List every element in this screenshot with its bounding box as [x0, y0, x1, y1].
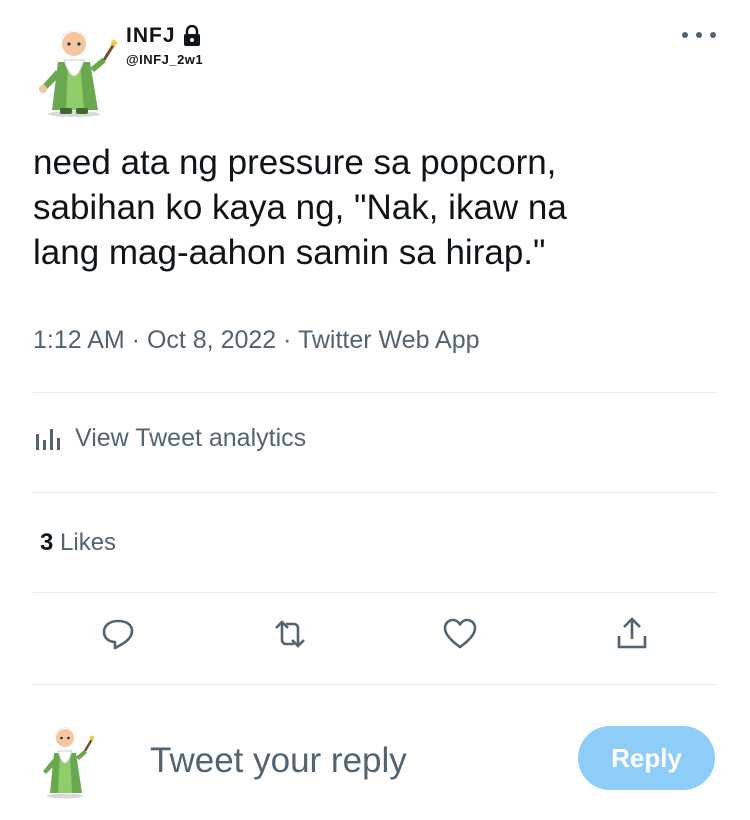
tweet-timestamp-source[interactable]: 1:12 AM · Oct 8, 2022 · Twitter Web App [33, 326, 480, 355]
divider [33, 492, 718, 493]
wizard-avatar-icon [43, 727, 95, 799]
lock-icon [183, 25, 200, 46]
tweet-text-line: sabihan ko kaya ng, "Nak, ikaw na [33, 188, 567, 227]
share-icon [617, 617, 647, 649]
divider [33, 592, 718, 593]
bar-chart-icon [36, 428, 60, 450]
like-button[interactable] [438, 612, 482, 656]
reply-button[interactable] [96, 612, 140, 656]
reply-input[interactable]: Tweet your reply [150, 741, 407, 781]
current-user-avatar[interactable] [36, 713, 95, 799]
author-display-name[interactable]: INFJ [126, 24, 203, 48]
likes-label: Likes [53, 529, 117, 556]
display-name-text[interactable]: INFJ [126, 24, 176, 48]
wizard-avatar-icon [39, 30, 117, 117]
retweet-button[interactable] [268, 612, 312, 656]
tweet-text: need ata ng pressure sa popcorn, sabihan… [33, 140, 723, 275]
divider [33, 684, 718, 685]
reply-submit-button[interactable]: Reply [578, 726, 715, 790]
share-button[interactable] [610, 612, 654, 656]
tweet-header: INFJ @INFJ_2w1 [28, 14, 728, 124]
author-avatar[interactable] [28, 14, 120, 118]
view-analytics-label: View Tweet analytics [75, 424, 307, 452]
more-options-icon[interactable] [682, 28, 716, 42]
author-info: INFJ @INFJ_2w1 [126, 24, 203, 67]
likes-stat[interactable]: 3 Likes [40, 529, 116, 557]
retweet-icon [275, 620, 305, 648]
reply-icon [102, 619, 134, 650]
author-handle[interactable]: @INFJ_2w1 [126, 52, 203, 67]
tweet-text-line: lang mag-aahon samin sa hirap." [33, 233, 546, 272]
tweet-text-line: need ata ng pressure sa popcorn, [33, 143, 557, 182]
likes-count: 3 [40, 529, 54, 556]
reply-composer: Tweet your reply Reply [0, 705, 750, 815]
view-analytics-link[interactable]: View Tweet analytics [33, 424, 306, 453]
divider [33, 392, 718, 393]
heart-icon [443, 618, 477, 649]
tweet-action-bar [0, 612, 750, 668]
